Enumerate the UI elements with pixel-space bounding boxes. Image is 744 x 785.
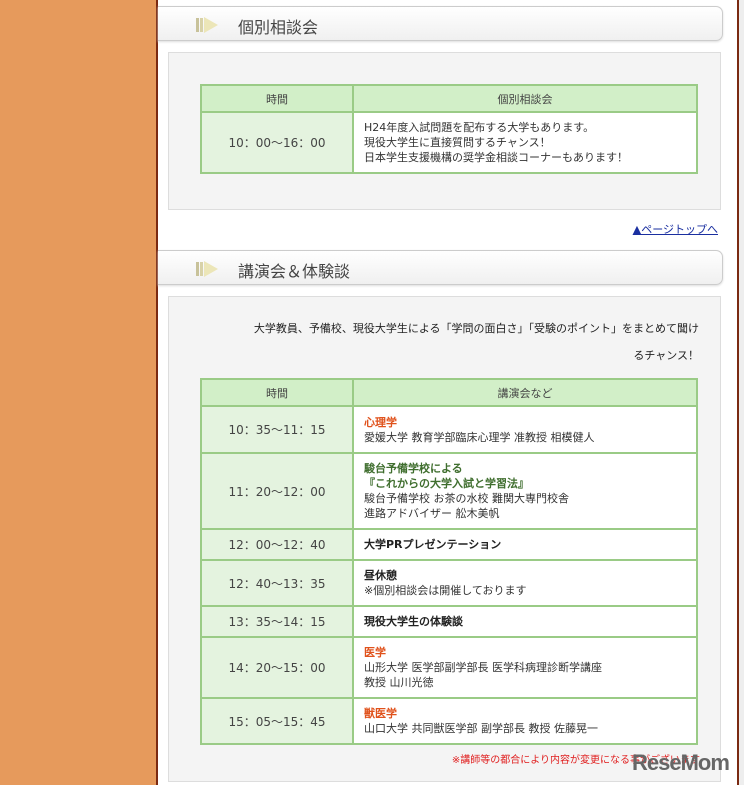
lecture-detail: 進路アドバイザー 舩木美帆 <box>364 507 500 520</box>
lectures-box: 大学教員、予備校、現役大学生による「学問の面白さ」「受験のポイント」をまとめて聞… <box>168 296 721 782</box>
intro-line: るチャンス！ <box>633 349 699 362</box>
time-cell: 11：20〜12：00 <box>200 452 354 530</box>
section-header-consultation: 個別相談会 <box>158 6 723 41</box>
table-row: 12：40〜13：35 昼休憩 ※個別相談会は開催しております <box>200 559 698 607</box>
arrow-icon <box>196 261 218 277</box>
time-cell: 12：40〜13：35 <box>200 559 354 607</box>
table-row: 13：35〜14：15 現役大学生の体験談 <box>200 605 698 638</box>
time-cell: 10：00〜16：00 <box>200 111 354 174</box>
desc-cell: H24年度入試問題を配布する大学もあります。 現役大学生に直接質問するチャンス！… <box>352 111 698 174</box>
lecture-title: 獣医学 <box>364 707 397 720</box>
intro-text: 大学教員、予備校、現役大学生による「学問の面白さ」「受験のポイント」をまとめて聞… <box>209 315 699 369</box>
column-header: 個別相談会 <box>352 84 698 113</box>
section-title: 講演会＆体験談 <box>238 262 351 281</box>
desc-cell: 駿台予備学校による『これからの大学入試と学習法』駿台予備学校 お茶の水校 難関大… <box>352 452 698 530</box>
desc-cell: 獣医学山口大学 共同獣医学部 副学部長 教授 佐藤晃一 <box>352 697 698 745</box>
table-row: 12：00〜12：40 大学PRプレゼンテーション <box>200 528 698 561</box>
consultation-box: 時間 個別相談会 10：00〜16：00 H24年度入試問題を配布する大学もありま… <box>168 52 721 210</box>
lecture-title: 駿台予備学校による <box>364 462 463 475</box>
time-cell: 15：05〜15：45 <box>200 697 354 745</box>
section-header-lectures: 講演会＆体験談 <box>158 250 723 285</box>
arrow-icon <box>196 17 218 33</box>
column-header: 時間 <box>200 378 354 407</box>
lecture-title: 医学 <box>364 646 386 659</box>
desc-cell: 心理学 愛媛大学 教育学部臨床心理学 准教授 相模健人 <box>352 405 698 454</box>
column-header: 時間 <box>200 84 354 113</box>
left-sidebar <box>0 0 156 785</box>
desc-line: H24年度入試問題を配布する大学もあります。 <box>364 121 595 134</box>
desc-line: 日本学生支援機構の奨学金相談コーナーもあります！ <box>364 151 628 164</box>
divider <box>156 0 158 785</box>
lectures-table: 時間 講演会など 10：35〜11：15 心理学 愛媛大学 教育学部臨床心理学 准教授… <box>200 378 698 745</box>
scrollbar[interactable] <box>739 0 744 785</box>
desc-cell: 昼休憩 ※個別相談会は開催しております <box>352 559 698 607</box>
time-cell: 13：35〜14：15 <box>200 605 354 638</box>
lecture-title: 昼休憩 <box>364 569 397 582</box>
lecture-detail: 山口大学 共同獣医学部 副学部長 教授 佐藤晃一 <box>364 722 598 735</box>
table-row: 15：05〜15：45 獣医学 山口大学 共同獣医学部 副学部長 教授 佐藤晃一 <box>200 697 698 745</box>
lecture-detail: ※個別相談会は開催しております <box>364 584 527 597</box>
table-row: 10：00〜16：00 H24年度入試問題を配布する大学もあります。 現役大学生… <box>200 111 698 174</box>
time-cell: 10：35〜11：15 <box>200 405 354 454</box>
lecture-detail: 駿台予備学校 お茶の水校 難関大専門校舎 <box>364 492 569 505</box>
time-cell: 12：00〜12：40 <box>200 528 354 561</box>
table-row: 11：20〜12：00 駿台予備学校による 『これからの大学入試と学習法』 駿台予備学… <box>200 452 698 530</box>
section-title: 個別相談会 <box>238 18 319 37</box>
desc-cell: 大学PRプレゼンテーション <box>352 528 698 561</box>
column-header: 講演会など <box>352 378 698 407</box>
lecture-detail: 愛媛大学 教育学部臨床心理学 准教授 相模健人 <box>364 430 595 444</box>
consultation-table: 時間 個別相談会 10：00〜16：00 H24年度入試問題を配布する大学もありま… <box>200 84 698 174</box>
table-row: 10：35〜11：15 心理学 愛媛大学 教育学部臨床心理学 准教授 相模健人 <box>200 405 698 454</box>
desc-cell: 現役大学生の体験談 <box>352 605 698 638</box>
lecture-detail: 教授 山川光徳 <box>364 676 434 689</box>
lecture-title: 『これからの大学入試と学習法』 <box>364 477 529 490</box>
desc-cell: 医学山形大学 医学部副学部長 医学科病理診断学講座 教授 山川光徳 <box>352 636 698 699</box>
table-row: 14：20〜15：00 医学 山形大学 医学部副学部長 医学科病理診断学講座 教授 山… <box>200 636 698 699</box>
lecture-title: 現役大学生の体験談 <box>364 615 463 628</box>
lecture-title: 大学PRプレゼンテーション <box>364 538 502 551</box>
time-cell: 14：20〜15：00 <box>200 636 354 699</box>
lecture-title: 心理学 <box>364 415 397 429</box>
desc-line: 現役大学生に直接質問するチャンス！ <box>364 136 551 149</box>
lecture-detail: 山形大学 医学部副学部長 医学科病理診断学講座 <box>364 661 602 674</box>
page-top-link[interactable]: ▲ページトップへ <box>633 221 718 237</box>
intro-line: 大学教員、予備校、現役大学生による「学問の面白さ」「受験のポイント」をまとめて聞… <box>253 322 699 335</box>
resemom-watermark: ReseMom <box>632 750 730 775</box>
